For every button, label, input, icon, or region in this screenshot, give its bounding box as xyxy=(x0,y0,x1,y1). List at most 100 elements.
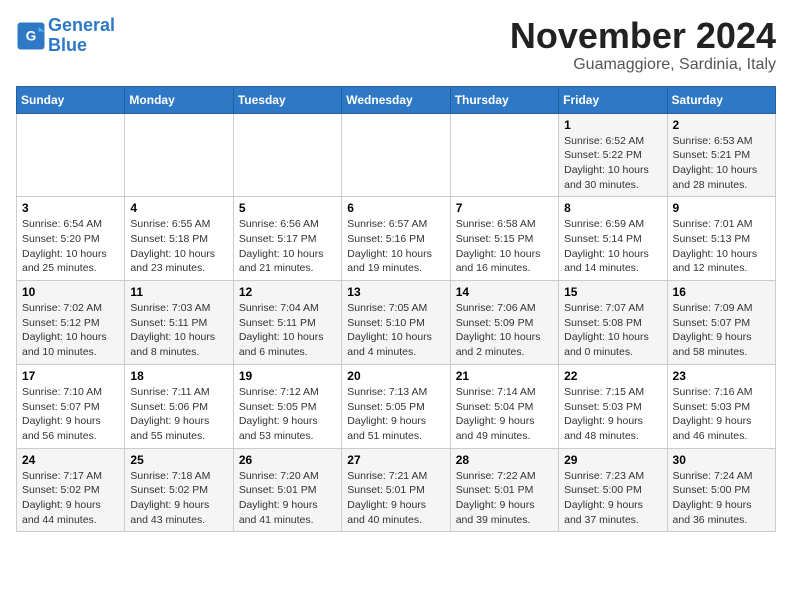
calendar-cell: 2 Sunrise: 6:53 AM Sunset: 5:21 PM Daylig… xyxy=(667,113,775,197)
day-number: 18 xyxy=(130,369,227,383)
calendar-cell: 3Sunrise: 6:54 AM Sunset: 5:20 PM Daylig… xyxy=(17,197,125,281)
calendar-cell: 28 Sunrise: 7:22 AM Sunset: 5:01 PM Dayli… xyxy=(450,448,558,532)
day-info: Sunrise: 7:14 AM Sunset: 5:04 PM Dayligh… xyxy=(456,385,553,444)
day-number: 20 xyxy=(347,369,444,383)
day-info: Sunrise: 7:02 AM Sunset: 5:12 PM Dayligh… xyxy=(22,301,119,360)
day-number: 17 xyxy=(22,369,119,383)
calendar-cell: 17 Sunrise: 7:10 AM Sunset: 5:07 PM Dayli… xyxy=(17,364,125,448)
calendar-week-row: 17 Sunrise: 7:10 AM Sunset: 5:07 PM Dayli… xyxy=(17,364,776,448)
calendar-table: SundayMondayTuesdayWednesdayThursdayFrid… xyxy=(16,86,776,533)
logo: G General Blue xyxy=(16,16,115,56)
day-number: 15 xyxy=(564,285,661,299)
calendar-week-row: 3Sunrise: 6:54 AM Sunset: 5:20 PM Daylig… xyxy=(17,197,776,281)
day-number: 25 xyxy=(130,453,227,467)
day-info: Sunrise: 7:18 AM Sunset: 5:02 PM Dayligh… xyxy=(130,469,227,528)
day-number: 1 xyxy=(564,118,661,132)
calendar-cell xyxy=(125,113,233,197)
month-title: November 2024 xyxy=(510,16,776,56)
day-info: Sunrise: 7:11 AM Sunset: 5:06 PM Dayligh… xyxy=(130,385,227,444)
day-info: Sunrise: 6:55 AM Sunset: 5:18 PM Dayligh… xyxy=(130,217,227,276)
day-number: 16 xyxy=(673,285,770,299)
calendar-cell: 21 Sunrise: 7:14 AM Sunset: 5:04 PM Dayli… xyxy=(450,364,558,448)
day-number: 28 xyxy=(456,453,553,467)
weekday-header-wednesday: Wednesday xyxy=(342,86,450,113)
logo-icon: G xyxy=(16,21,46,51)
calendar-cell: 25 Sunrise: 7:18 AM Sunset: 5:02 PM Dayli… xyxy=(125,448,233,532)
calendar-cell: 6 Sunrise: 6:57 AM Sunset: 5:16 PM Daylig… xyxy=(342,197,450,281)
calendar-cell: 23 Sunrise: 7:16 AM Sunset: 5:03 PM Dayli… xyxy=(667,364,775,448)
calendar-cell: 1 Sunrise: 6:52 AM Sunset: 5:22 PM Daylig… xyxy=(559,113,667,197)
calendar-cell xyxy=(342,113,450,197)
calendar-cell: 7Sunrise: 6:58 AM Sunset: 5:15 PM Daylig… xyxy=(450,197,558,281)
weekday-header-row: SundayMondayTuesdayWednesdayThursdayFrid… xyxy=(17,86,776,113)
day-info: Sunrise: 7:09 AM Sunset: 5:07 PM Dayligh… xyxy=(673,301,770,360)
day-info: Sunrise: 6:52 AM Sunset: 5:22 PM Dayligh… xyxy=(564,134,661,193)
day-info: Sunrise: 7:10 AM Sunset: 5:07 PM Dayligh… xyxy=(22,385,119,444)
calendar-cell xyxy=(233,113,341,197)
calendar-week-row: 1 Sunrise: 6:52 AM Sunset: 5:22 PM Daylig… xyxy=(17,113,776,197)
day-info: Sunrise: 7:21 AM Sunset: 5:01 PM Dayligh… xyxy=(347,469,444,528)
weekday-header-saturday: Saturday xyxy=(667,86,775,113)
day-info: Sunrise: 7:23 AM Sunset: 5:00 PM Dayligh… xyxy=(564,469,661,528)
weekday-header-thursday: Thursday xyxy=(450,86,558,113)
calendar-cell: 18 Sunrise: 7:11 AM Sunset: 5:06 PM Dayli… xyxy=(125,364,233,448)
day-info: Sunrise: 7:16 AM Sunset: 5:03 PM Dayligh… xyxy=(673,385,770,444)
svg-text:G: G xyxy=(26,28,37,43)
calendar-cell: 30Sunrise: 7:24 AM Sunset: 5:00 PM Dayli… xyxy=(667,448,775,532)
calendar-cell: 19 Sunrise: 7:12 AM Sunset: 5:05 PM Dayli… xyxy=(233,364,341,448)
calendar-cell xyxy=(17,113,125,197)
day-info: Sunrise: 7:01 AM Sunset: 5:13 PM Dayligh… xyxy=(673,217,770,276)
calendar-cell: 24 Sunrise: 7:17 AM Sunset: 5:02 PM Dayli… xyxy=(17,448,125,532)
day-number: 4 xyxy=(130,201,227,215)
day-number: 14 xyxy=(456,285,553,299)
day-info: Sunrise: 7:03 AM Sunset: 5:11 PM Dayligh… xyxy=(130,301,227,360)
day-number: 2 xyxy=(673,118,770,132)
day-info: Sunrise: 7:15 AM Sunset: 5:03 PM Dayligh… xyxy=(564,385,661,444)
day-info: Sunrise: 7:13 AM Sunset: 5:05 PM Dayligh… xyxy=(347,385,444,444)
day-number: 22 xyxy=(564,369,661,383)
calendar-cell: 26Sunrise: 7:20 AM Sunset: 5:01 PM Dayli… xyxy=(233,448,341,532)
location-title: Guamaggiore, Sardinia, Italy xyxy=(510,56,776,74)
day-number: 5 xyxy=(239,201,336,215)
weekday-header-monday: Monday xyxy=(125,86,233,113)
day-number: 21 xyxy=(456,369,553,383)
day-number: 24 xyxy=(22,453,119,467)
day-info: Sunrise: 7:17 AM Sunset: 5:02 PM Dayligh… xyxy=(22,469,119,528)
calendar-title-area: November 2024 Guamaggiore, Sardinia, Ita… xyxy=(510,16,776,74)
day-info: Sunrise: 7:20 AM Sunset: 5:01 PM Dayligh… xyxy=(239,469,336,528)
calendar-cell xyxy=(450,113,558,197)
day-info: Sunrise: 7:22 AM Sunset: 5:01 PM Dayligh… xyxy=(456,469,553,528)
calendar-cell: 15Sunrise: 7:07 AM Sunset: 5:08 PM Dayli… xyxy=(559,281,667,365)
day-info: Sunrise: 7:05 AM Sunset: 5:10 PM Dayligh… xyxy=(347,301,444,360)
day-info: Sunrise: 7:06 AM Sunset: 5:09 PM Dayligh… xyxy=(456,301,553,360)
calendar-week-row: 10Sunrise: 7:02 AM Sunset: 5:12 PM Dayli… xyxy=(17,281,776,365)
weekday-header-friday: Friday xyxy=(559,86,667,113)
day-number: 11 xyxy=(130,285,227,299)
day-number: 6 xyxy=(347,201,444,215)
day-info: Sunrise: 7:04 AM Sunset: 5:11 PM Dayligh… xyxy=(239,301,336,360)
calendar-cell: 27Sunrise: 7:21 AM Sunset: 5:01 PM Dayli… xyxy=(342,448,450,532)
day-info: Sunrise: 6:56 AM Sunset: 5:17 PM Dayligh… xyxy=(239,217,336,276)
calendar-cell: 13Sunrise: 7:05 AM Sunset: 5:10 PM Dayli… xyxy=(342,281,450,365)
calendar-cell: 16 Sunrise: 7:09 AM Sunset: 5:07 PM Dayli… xyxy=(667,281,775,365)
day-info: Sunrise: 6:57 AM Sunset: 5:16 PM Dayligh… xyxy=(347,217,444,276)
calendar-cell: 8 Sunrise: 6:59 AM Sunset: 5:14 PM Daylig… xyxy=(559,197,667,281)
calendar-cell: 10Sunrise: 7:02 AM Sunset: 5:12 PM Dayli… xyxy=(17,281,125,365)
calendar-cell: 12 Sunrise: 7:04 AM Sunset: 5:11 PM Dayli… xyxy=(233,281,341,365)
logo-line1: General xyxy=(48,15,115,35)
day-info: Sunrise: 6:53 AM Sunset: 5:21 PM Dayligh… xyxy=(673,134,770,193)
day-number: 7 xyxy=(456,201,553,215)
day-number: 30 xyxy=(673,453,770,467)
day-number: 19 xyxy=(239,369,336,383)
day-number: 12 xyxy=(239,285,336,299)
calendar-cell: 11 Sunrise: 7:03 AM Sunset: 5:11 PM Dayli… xyxy=(125,281,233,365)
day-number: 23 xyxy=(673,369,770,383)
day-info: Sunrise: 6:59 AM Sunset: 5:14 PM Dayligh… xyxy=(564,217,661,276)
logo-line2: Blue xyxy=(48,35,87,55)
day-number: 9 xyxy=(673,201,770,215)
day-number: 8 xyxy=(564,201,661,215)
calendar-cell: 9 Sunrise: 7:01 AM Sunset: 5:13 PM Daylig… xyxy=(667,197,775,281)
calendar-cell: 22 Sunrise: 7:15 AM Sunset: 5:03 PM Dayli… xyxy=(559,364,667,448)
day-info: Sunrise: 7:12 AM Sunset: 5:05 PM Dayligh… xyxy=(239,385,336,444)
weekday-header-tuesday: Tuesday xyxy=(233,86,341,113)
